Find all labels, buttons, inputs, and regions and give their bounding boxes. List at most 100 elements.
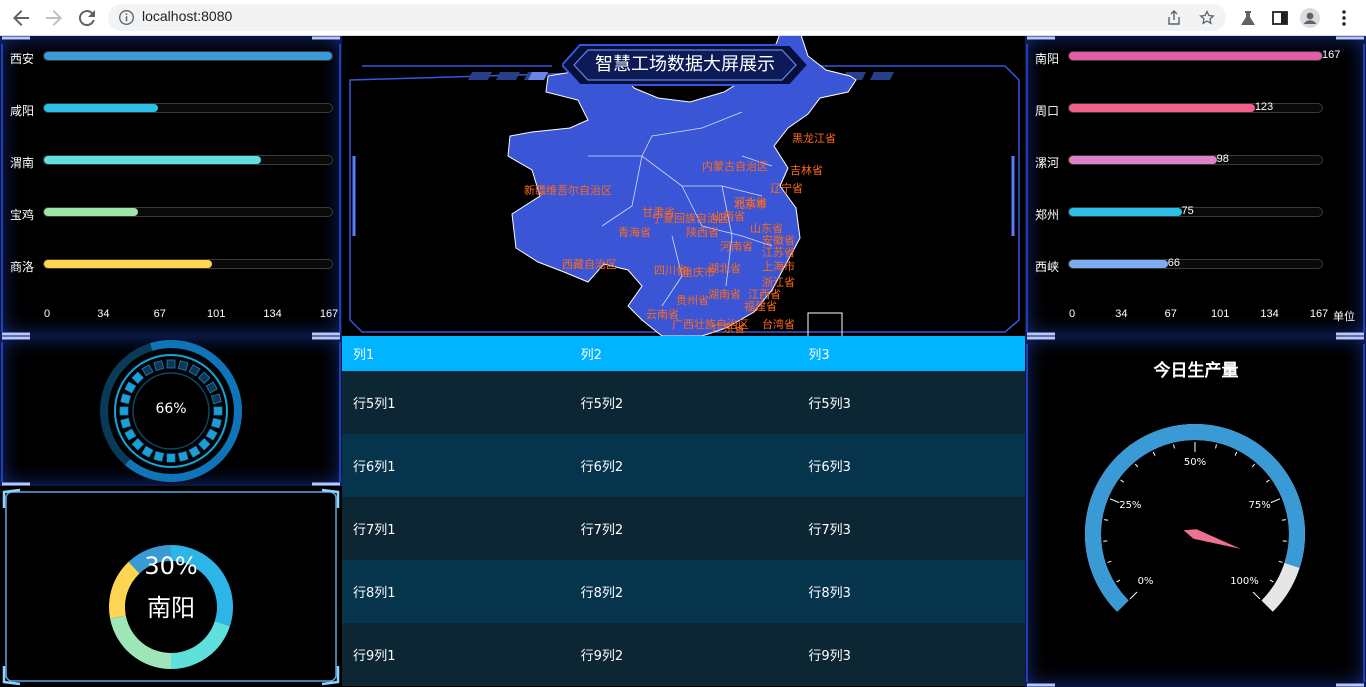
- table-row[interactable]: 行9列1 行9列2 行9列3: [342, 623, 1025, 686]
- back-arrow-icon[interactable]: [9, 6, 33, 30]
- bar-fill[interactable]: [44, 104, 159, 112]
- bar-fill[interactable]: [44, 156, 261, 164]
- gauge-panel: 0% 25% 50% 75% 100%: [1025, 336, 1366, 687]
- gauge-scale-label: 75%: [1248, 500, 1271, 512]
- bar-fill[interactable]: [44, 52, 332, 60]
- map-region-label[interactable]: 贵州省: [676, 292, 709, 308]
- donut-graphic: [2, 488, 340, 686]
- table-row[interactable]: 行7列1 行7列2 行7列3: [342, 497, 1025, 560]
- table-cell: 行9列3: [797, 623, 1025, 686]
- table-row[interactable]: 行5列1 行5列2 行5列3: [342, 371, 1025, 434]
- donut-panel: 30% 南阳: [0, 486, 342, 687]
- map-region-label[interactable]: 上海市: [762, 258, 795, 274]
- ring-segment: [141, 445, 154, 458]
- axis-tick-label: 0: [43, 308, 51, 320]
- axis-tick-label: 134: [1260, 308, 1279, 320]
- table-cell: 行9列2: [569, 623, 798, 686]
- map-region-label[interactable]: 黑龙江省: [792, 130, 836, 146]
- table-row[interactable]: 行8列1 行8列2 行8列3: [342, 560, 1025, 623]
- map-region-label[interactable]: 内蒙古自治区: [702, 158, 768, 174]
- table-cell: 行8列3: [797, 560, 1025, 623]
- bar-fill[interactable]: [44, 260, 213, 268]
- map-region-label[interactable]: 北京市: [734, 196, 767, 212]
- axis-tick-label: 101: [1211, 308, 1230, 320]
- ring-segment: [124, 381, 137, 394]
- bar-fill[interactable]: [1069, 52, 1322, 60]
- gauge-tick: [1252, 591, 1261, 600]
- map-region-label[interactable]: 新疆维吾尔自治区: [524, 182, 612, 198]
- table-cell: 行5列2: [569, 371, 798, 434]
- bar-fill[interactable]: [1069, 208, 1182, 216]
- table-cell: 行5列3: [797, 371, 1025, 434]
- axis-tick-label: 167: [1309, 308, 1329, 320]
- table-cell: 行8列1: [342, 560, 570, 623]
- map-region-labels: 新疆维吾尔自治区 西藏自治区 青海省 内蒙古自治区 黑龙江省 吉林省 辽宁省 河北省 甘肃省 宁夏…: [342, 36, 1025, 336]
- axis-tick-label: 0: [1068, 308, 1076, 320]
- axis-tick-label: 101: [207, 308, 226, 320]
- panel-frame-decoration: [1, 36, 341, 336]
- ring-progress-panel: 66%: [0, 336, 342, 486]
- axis-tick-label: 67: [153, 308, 166, 320]
- info-icon[interactable]: [118, 9, 135, 26]
- gauge-tick: [1251, 463, 1256, 468]
- map-region-label[interactable]: 安徽省: [762, 232, 795, 248]
- axis-tick-label: 167: [319, 308, 339, 320]
- url-text[interactable]: localhost:8080: [142, 8, 232, 24]
- bar-value-label: 123: [1254, 101, 1274, 113]
- extensions-flask-icon[interactable]: [1238, 8, 1258, 28]
- map-region-label[interactable]: 西藏自治区: [562, 256, 617, 272]
- gauge-tick: [1269, 579, 1274, 583]
- share-icon[interactable]: [1166, 10, 1182, 26]
- bar-fill[interactable]: [1069, 260, 1168, 268]
- gauge-tick: [1152, 451, 1156, 456]
- ring-segment: [124, 428, 137, 441]
- table-cell: 行7列1: [342, 497, 570, 560]
- gauge-tick: [1234, 451, 1238, 456]
- bar-value-label: 98: [1216, 153, 1229, 165]
- right-bar-chart-panel: 南阳 167 周口 123 漯河 98 郑州 75 西峡 66 0 34 67 101 134 167 单位: [1025, 36, 1366, 336]
- bar-category-label: 周口: [1035, 104, 1060, 118]
- reload-icon[interactable]: [75, 6, 99, 30]
- table-cell: 行7列2: [569, 497, 798, 560]
- address-bar[interactable]: localhost:8080: [108, 4, 1226, 31]
- map-region-label[interactable]: 重庆市: [682, 264, 715, 280]
- ring-segment: [213, 406, 223, 416]
- gauge-tick: [1278, 560, 1283, 563]
- map-region-label[interactable]: 青海省: [618, 224, 651, 240]
- gauge-tick: [1129, 591, 1138, 600]
- ring-segment: [211, 393, 222, 405]
- dashboard-screen: 西安 咸阳 渭南 宝鸡 商洛 0 34 67 101 134 167 66% 30% 南阳: [0, 36, 1366, 687]
- profile-avatar-icon[interactable]: [1300, 8, 1320, 28]
- bookmark-star-icon[interactable]: [1199, 10, 1215, 26]
- bar-value-label: 75: [1181, 205, 1194, 217]
- map-region-label[interactable]: 辽宁省: [770, 180, 803, 196]
- map-region-label[interactable]: 陕西省: [686, 224, 719, 240]
- table-row[interactable]: 行6列1 行6列2 行6列3: [342, 434, 1025, 497]
- map-region-label[interactable]: 吉林省: [790, 162, 823, 178]
- ring-segment: [153, 360, 165, 371]
- ring-segment: [120, 393, 131, 405]
- bar-fill[interactable]: [1069, 156, 1217, 164]
- gauge-tick: [1134, 463, 1139, 468]
- map-region-label[interactable]: 台湾省: [762, 316, 795, 332]
- bar-fill[interactable]: [1069, 104, 1255, 112]
- table-header-cell[interactable]: 列1: [342, 336, 570, 371]
- ring-segment: [177, 360, 189, 371]
- gauge-tick: [1116, 579, 1121, 583]
- table-header-cell[interactable]: 列3: [797, 336, 1025, 371]
- map-region-label[interactable]: 广东省: [712, 320, 745, 336]
- bar-fill[interactable]: [44, 208, 138, 216]
- ring-segment: [153, 451, 165, 462]
- map-region-label[interactable]: 湖南省: [708, 286, 741, 302]
- table-header-cell[interactable]: 列2: [569, 336, 798, 371]
- kebab-menu-icon[interactable]: [1334, 8, 1354, 28]
- side-panel-icon[interactable]: [1270, 8, 1290, 28]
- table-cell: 行5列1: [342, 371, 570, 434]
- forward-arrow-icon[interactable]: [42, 6, 66, 30]
- gauge-tick: [1215, 444, 1217, 449]
- ring-segment: [205, 428, 218, 441]
- ring-segment: [166, 453, 176, 463]
- map-region-label[interactable]: 福建省: [744, 298, 777, 314]
- bar-category-label: 咸阳: [10, 104, 35, 118]
- map-region-label[interactable]: 河南省: [720, 238, 753, 254]
